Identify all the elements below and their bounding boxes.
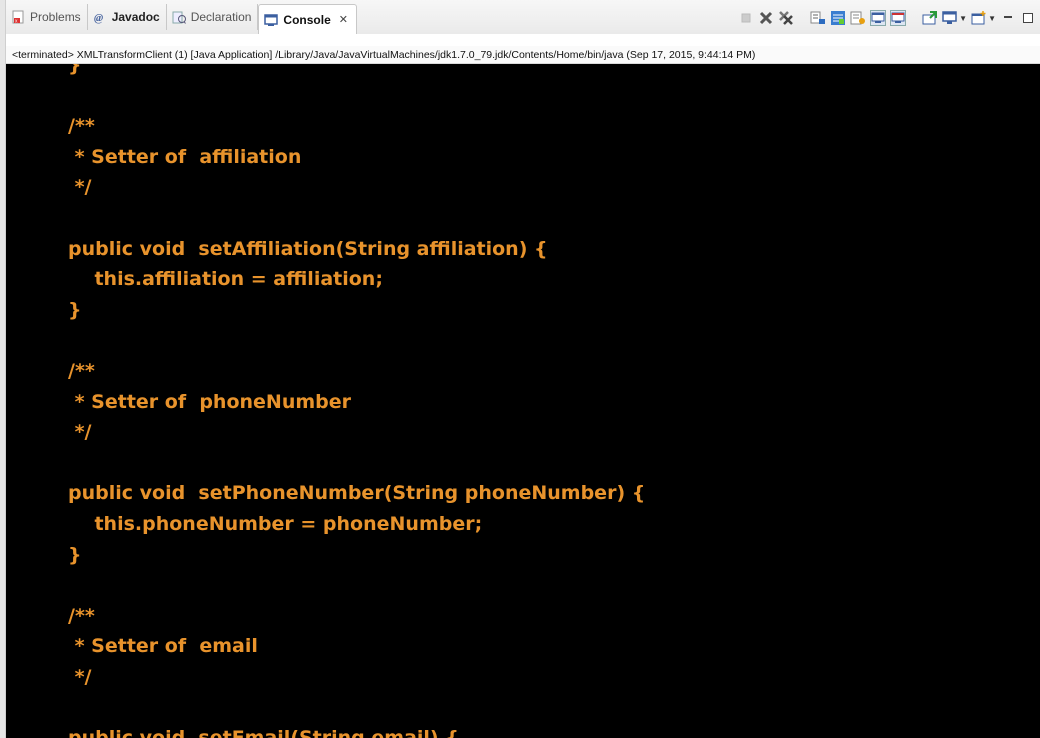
chevron-down-icon[interactable]: ▼ (988, 14, 996, 23)
open-console-icon[interactable] (922, 10, 938, 26)
pin-console-icon[interactable] (850, 10, 866, 26)
show-on-stdout-icon[interactable] (870, 10, 887, 26)
remove-all-terminated-icon[interactable] (778, 10, 794, 26)
console-icon (263, 12, 279, 28)
console-view: x Problems @ Javadoc Declaration Console… (0, 0, 1040, 738)
console-line: public void setEmail(String email) { (68, 723, 645, 738)
console-line: */ (68, 665, 92, 688)
console-line: */ (68, 421, 92, 444)
tab-problems-label: Problems (30, 10, 81, 24)
console-status-line: <terminated> XMLTransformClient (1) [Jav… (6, 46, 1040, 64)
declaration-icon (171, 9, 187, 25)
tab-javadoc[interactable]: @ Javadoc (88, 4, 167, 30)
console-line: * Setter of phoneNumber (68, 390, 351, 413)
console-line: } (68, 298, 82, 321)
tab-problems[interactable]: x Problems (6, 4, 88, 30)
console-line: public void setAffiliation(String affili… (68, 237, 548, 260)
word-wrap-icon[interactable] (830, 10, 846, 26)
console-toolbar: ▼ ▼ (738, 8, 1040, 28)
console-output[interactable]: } /** * Setter of affiliation */ public … (6, 64, 1040, 738)
console-line: this.affiliation = affiliation; (68, 268, 383, 291)
console-line: this.phoneNumber = phoneNumber; (68, 512, 483, 535)
console-line: * Setter of affiliation (68, 145, 302, 168)
new-console-icon[interactable] (971, 10, 987, 26)
console-line: } (68, 543, 82, 566)
close-icon[interactable]: ✕ (339, 13, 348, 26)
tab-javadoc-label: Javadoc (111, 10, 160, 24)
console-line: /** (68, 359, 95, 382)
tab-declaration-label: Declaration (190, 10, 252, 24)
console-text: } /** * Setter of affiliation */ public … (68, 64, 645, 738)
console-line: /** (68, 115, 95, 138)
console-line: */ (68, 176, 92, 199)
tab-console-label: Console (283, 12, 331, 27)
minimize-icon[interactable] (1000, 10, 1016, 26)
javadoc-icon: @ (92, 9, 108, 25)
console-line: * Setter of email (68, 635, 258, 658)
console-line: public void setPhoneNumber(String phoneN… (68, 482, 646, 505)
scroll-lock-icon[interactable] (810, 10, 826, 26)
show-on-stderr-icon[interactable] (890, 10, 907, 26)
problems-icon: x (10, 9, 26, 25)
display-selected-console-icon[interactable] (942, 10, 958, 26)
tab-console[interactable]: Console ✕ (258, 4, 357, 34)
chevron-down-icon[interactable]: ▼ (959, 14, 967, 23)
console-line: /** (68, 604, 95, 627)
remove-launch-icon[interactable] (758, 10, 774, 26)
svg-text:@: @ (94, 12, 103, 24)
console-line: } (68, 64, 82, 76)
terminate-icon[interactable] (738, 10, 754, 26)
tab-declaration[interactable]: Declaration (167, 4, 259, 30)
maximize-icon[interactable] (1020, 10, 1036, 26)
